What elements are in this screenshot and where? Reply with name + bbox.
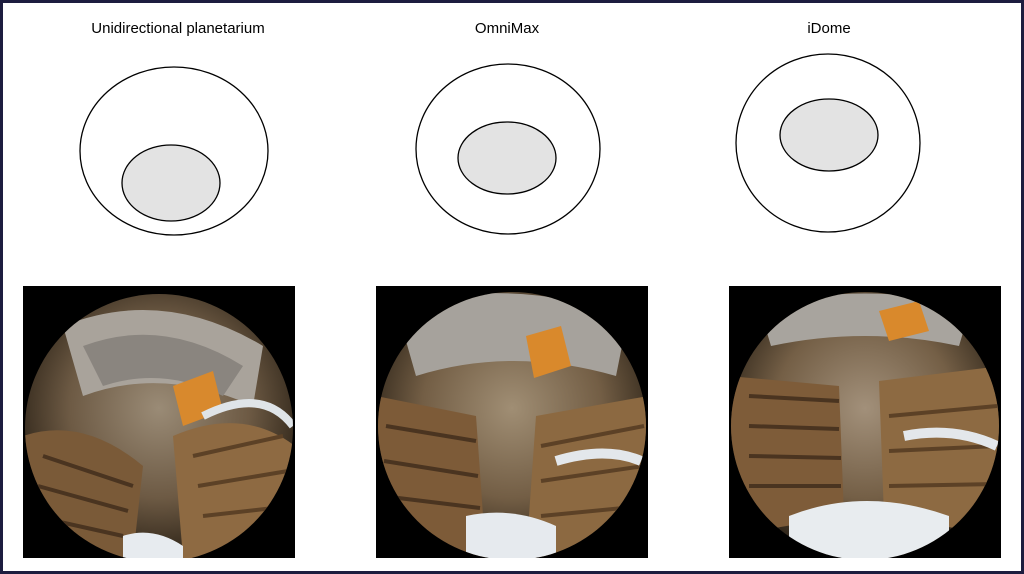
fisheye-photo-idome bbox=[729, 286, 1001, 558]
diagram-unidirectional bbox=[79, 66, 269, 236]
fisheye-photo-omnimax bbox=[376, 286, 648, 558]
view-area bbox=[779, 98, 879, 172]
view-area bbox=[121, 144, 221, 222]
view-area bbox=[457, 121, 557, 195]
figure-frame: Unidirectional planetarium OmniMax iDome bbox=[0, 0, 1024, 574]
diagram-idome bbox=[735, 53, 921, 233]
diagram-omnimax bbox=[415, 63, 601, 235]
fisheye-photo-unidirectional bbox=[23, 286, 295, 558]
dome-diagrams bbox=[79, 53, 921, 236]
